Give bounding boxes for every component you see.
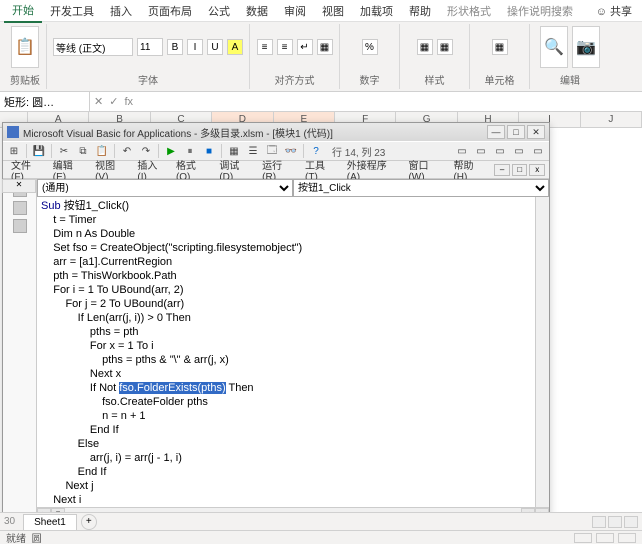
tab-start[interactable]: 开始 [4, 0, 42, 23]
vba-titlebar[interactable]: Microsoft Visual Basic for Applications … [3, 123, 549, 141]
group-style: ▦▦ 样式 [400, 24, 470, 89]
view-normal-icon[interactable] [574, 533, 592, 543]
group-number: % 数字 [340, 24, 400, 89]
tb-extra4-icon[interactable]: ▭ [510, 143, 528, 159]
merge-button[interactable]: ▦ [317, 39, 333, 55]
font-size-dropdown[interactable] [137, 38, 163, 56]
tab-dev[interactable]: 开发工具 [42, 0, 102, 22]
tab-addin[interactable]: 加载项 [352, 0, 401, 22]
group-cells-label: 单元格 [485, 70, 515, 89]
sheet-hscroll[interactable] [592, 516, 638, 528]
tab-layout[interactable]: 页面布局 [140, 0, 200, 22]
vba-min-button[interactable]: — [487, 125, 505, 139]
tb-extra3-icon[interactable]: ▭ [491, 143, 509, 159]
status-mode: 圆 [32, 530, 42, 545]
tab-view[interactable]: 视图 [314, 0, 352, 22]
fx-icon[interactable]: fx [124, 96, 133, 108]
code-close-button[interactable]: x [529, 164, 545, 176]
fill-color-button[interactable]: A [227, 39, 243, 55]
group-edit: 🔍 📷 编辑 [530, 24, 610, 89]
sheet-tabs: 30 Sheet1 + [0, 512, 642, 530]
view-layout-icon[interactable] [596, 533, 614, 543]
enter-icon[interactable]: ✓ [109, 95, 118, 108]
cancel-icon[interactable]: ✕ [94, 95, 103, 108]
group-clipboard: 📋 剪贴板 [4, 24, 47, 89]
group-cells: ▦ 单元格 [470, 24, 530, 89]
code-max-button[interactable]: □ [512, 164, 528, 176]
project-tab[interactable]: ✕ [2, 179, 36, 193]
paste-button[interactable]: 📋 [11, 26, 39, 68]
group-font: B I U A 字体 [47, 24, 250, 89]
col-J[interactable]: J [581, 112, 642, 127]
sheet-tab-1[interactable]: Sheet1 [23, 514, 77, 530]
group-font-label: 字体 [138, 70, 158, 89]
vba-window: Microsoft Visual Basic for Applications … [2, 122, 550, 522]
font-name-dropdown[interactable] [53, 38, 133, 56]
tab-help[interactable]: 帮助 [401, 0, 439, 22]
status-bar: 就绪 圆 [0, 530, 642, 544]
tab-formula[interactable]: 公式 [200, 0, 238, 22]
project-node-icon[interactable] [13, 201, 27, 215]
project-node-icon[interactable] [13, 219, 27, 233]
name-box[interactable]: 矩形: 圆… [0, 92, 90, 111]
vscrollbar[interactable] [535, 197, 549, 507]
code-editor[interactable]: Sub 按钮1_Click() t = Timer Dim n As Doubl… [37, 197, 549, 507]
code-pane: (通用) 按钮1_Click Sub 按钮1_Click() t = Timer… [37, 179, 549, 521]
vba-title-text: Microsoft Visual Basic for Applications … [23, 125, 333, 140]
group-edit-label: 编辑 [560, 70, 580, 89]
vba-close-button[interactable]: ✕ [527, 125, 545, 139]
wrap-text-button[interactable]: ↵ [297, 39, 313, 55]
group-clipboard-label: 剪贴板 [10, 70, 40, 89]
cell-style-button[interactable]: ▦ [437, 39, 453, 55]
ribbon-tabs: 开始 开发工具 插入 页面布局 公式 数据 审阅 视图 加载项 帮助 形状格式 … [0, 0, 642, 22]
vba-menubar: 文件(F) 编辑(E) 视图(V) 插入(I) 格式(O) 调试(D) 运行(R… [3, 161, 549, 179]
project-explorer[interactable]: ✕ [3, 179, 37, 521]
align-top-icon[interactable]: ≡ [257, 39, 273, 55]
group-align-label: 对齐方式 [275, 70, 315, 89]
add-sheet-button[interactable]: + [81, 514, 97, 530]
cond-format-button[interactable]: ▦ [417, 39, 433, 55]
tab-shapefmt[interactable]: 形状格式 [439, 0, 499, 22]
tab-insert[interactable]: 插入 [102, 0, 140, 22]
vba-app-icon [7, 126, 19, 138]
view-break-icon[interactable] [618, 533, 636, 543]
group-number-label: 数字 [360, 70, 380, 89]
tab-review[interactable]: 审阅 [276, 0, 314, 22]
status-ready: 就绪 [6, 530, 26, 545]
tb-extra5-icon[interactable]: ▭ [529, 143, 547, 159]
formula-bar-row: 矩形: 圆… ✕ ✓ fx [0, 92, 642, 112]
object-dropdown[interactable]: (通用) [37, 179, 293, 197]
align-mid-icon[interactable]: ≡ [277, 39, 293, 55]
share-button[interactable]: ☺ 共享 [590, 0, 638, 22]
bold-button[interactable]: B [167, 39, 183, 55]
italic-button[interactable]: I [187, 39, 203, 55]
tab-data[interactable]: 数据 [238, 0, 276, 22]
find-button[interactable]: 🔍 [540, 26, 568, 68]
vba-max-button[interactable]: □ [507, 125, 525, 139]
insert-cell-button[interactable]: ▦ [492, 39, 508, 55]
group-align: ≡ ≡ ↵ ▦ 对齐方式 [250, 24, 340, 89]
code-min-button[interactable]: – [494, 164, 510, 176]
group-style-label: 样式 [425, 70, 445, 89]
number-format-dropdown[interactable]: % [362, 39, 378, 55]
procedure-dropdown[interactable]: 按钮1_Click [293, 179, 549, 197]
underline-button[interactable]: U [207, 39, 223, 55]
tab-tellme[interactable]: 操作说明搜索 [499, 0, 581, 22]
ribbon-body: 📋 剪贴板 B I U A 字体 ≡ ≡ ↵ ▦ 对齐方式 % 数字 ▦▦ 样式… [0, 22, 642, 92]
camera-button[interactable]: 📷 [572, 26, 600, 68]
